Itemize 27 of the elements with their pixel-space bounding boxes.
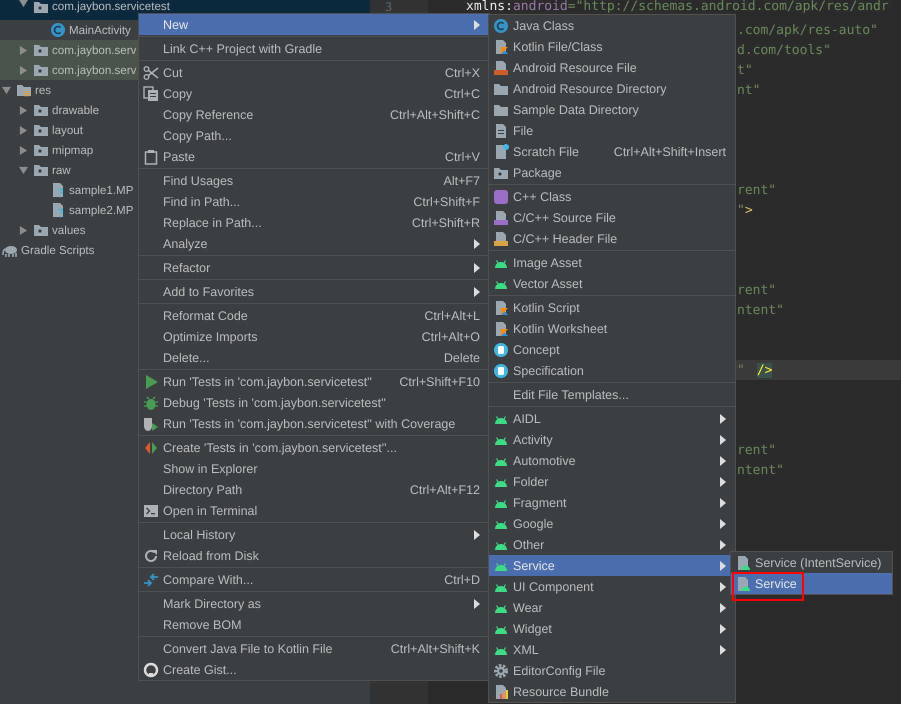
shortcut-label: Ctrl+Alt+L bbox=[424, 308, 480, 322]
shortcut-label: Ctrl+D bbox=[444, 572, 480, 586]
shortcut-label: Ctrl+Alt+Shift+K bbox=[390, 642, 480, 656]
shortcut-label: Ctrl+Alt+F12 bbox=[410, 482, 480, 496]
code-line: ntent" bbox=[737, 302, 784, 318]
code-line: t" bbox=[737, 62, 753, 78]
code-line: .com/apk/res-auto" bbox=[737, 22, 878, 38]
code-line: rent" bbox=[737, 182, 776, 198]
shortcut-label: Ctrl+Shift+F10 bbox=[399, 374, 480, 388]
shortcut-label: Alt+F7 bbox=[444, 174, 480, 188]
code-line: "> bbox=[737, 202, 753, 218]
shortcut-label: Delete bbox=[444, 350, 480, 364]
shortcut-label: Ctrl+C bbox=[444, 86, 480, 100]
shortcut-label: Ctrl+Shift+F bbox=[413, 194, 480, 208]
code-line: rent" bbox=[737, 442, 776, 458]
shortcut-label: Ctrl+Alt+Shift+C bbox=[390, 108, 480, 122]
shortcut-label: Ctrl+V bbox=[444, 150, 480, 164]
shortcut-label: Ctrl+X bbox=[444, 66, 480, 80]
code-line: rent" bbox=[737, 282, 776, 298]
shortcut-label: Ctrl+Shift+R bbox=[412, 216, 480, 230]
code-line: xmlns:android="http://schemas.android.com/apk/res/andr bbox=[466, 0, 889, 13]
shortcut-label: Ctrl+Alt+O bbox=[422, 330, 480, 344]
code-line: nt" bbox=[737, 82, 760, 98]
code-line: d.com/tools" bbox=[737, 42, 831, 58]
shortcut-label: Ctrl+Alt+Shift+Insert bbox=[614, 144, 726, 158]
code-line: ntent" bbox=[737, 462, 784, 478]
code-line: " /> bbox=[737, 362, 772, 378]
